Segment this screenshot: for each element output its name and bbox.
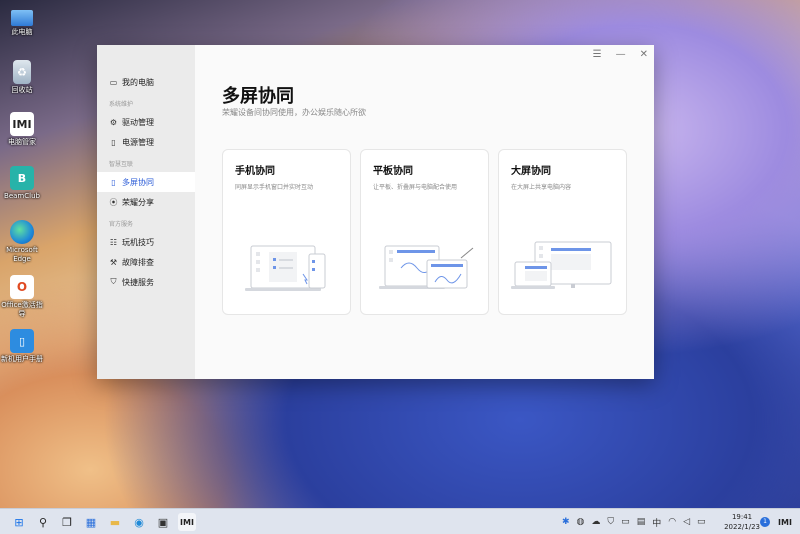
battery-icon[interactable]: ▭: [621, 517, 630, 527]
volume-icon[interactable]: ◁: [683, 517, 690, 527]
close-icon[interactable]: ✕: [640, 49, 648, 60]
clock-date: 2022/1/23: [724, 523, 760, 531]
office-icon: O: [10, 275, 34, 299]
desktop-icon-beamclub[interactable]: B BeamClub: [2, 166, 42, 201]
card-tablet-collab[interactable]: 平板协同 让平板、折叠屏与电脑配合使用: [360, 149, 489, 315]
store-button[interactable]: ▣: [154, 513, 172, 531]
tablet-collab-illustration: [379, 245, 474, 289]
edge-icon: ◉: [134, 515, 144, 529]
main-panel: ☰ — ✕ 多屏协同 荣耀设备间协同使用，办公娱乐随心所欲 手机协同 同屏显示手…: [195, 45, 654, 379]
desktop-icon-user-manual[interactable]: ▯ 新机用户手册: [1, 329, 43, 364]
desktop-icon-this-pc[interactable]: 此电脑: [2, 6, 42, 37]
sidebar-item-label: 荣耀分享: [122, 197, 154, 207]
phone-collab-illustration: [245, 245, 326, 291]
windows-logo-icon: ⊞: [14, 515, 24, 529]
pc-manager-taskbar-button[interactable]: IMI: [178, 513, 196, 531]
minimize-icon[interactable]: —: [616, 49, 626, 60]
card-description: 让平板、折叠屏与电脑配合使用: [373, 184, 458, 191]
sidebar-item-label: 我的电脑: [122, 77, 154, 87]
store-icon: ▣: [157, 515, 169, 529]
page-subtitle: 荣耀设备间协同使用，办公娱乐随心所欲: [222, 108, 366, 117]
pc-manager-window: ▭ 我的电脑 系统维护 ⚙ 驱动管理 ▯ 电源管理 智慧互联 ▯ 多屏协同 ⦿ …: [97, 45, 654, 379]
desktop-icon-edge[interactable]: Microsoft Edge: [2, 220, 42, 264]
sidebar-group-label: 官方服务: [109, 221, 134, 228]
battery-status-icon[interactable]: ▭: [697, 517, 706, 527]
sidebar: ▭ 我的电脑 系统维护 ⚙ 驱动管理 ▯ 电源管理 智慧互联 ▯ 多屏协同 ⦿ …: [97, 45, 195, 379]
sidebar-item-label: 驱动管理: [122, 117, 154, 127]
sidebar-item-troubleshoot[interactable]: ⚒ 故障排查: [97, 252, 195, 272]
network-app-icon[interactable]: ◍: [577, 517, 585, 527]
clock[interactable]: 19:41 2022/1/23: [724, 512, 760, 532]
pc-manager-icon: IMI: [180, 517, 194, 527]
bigscreen-collab-illustration: [511, 241, 612, 289]
sidebar-item-label: 快捷服务: [122, 277, 154, 287]
monitor-icon: [11, 10, 33, 26]
bluetooth-icon[interactable]: ✱: [562, 517, 570, 527]
manual-icon: ▯: [10, 329, 34, 353]
search-icon: ⚲: [38, 515, 48, 529]
wrench-icon: ⚒: [109, 257, 118, 267]
sidebar-item-label: 电源管理: [122, 137, 154, 147]
card-bigscreen-collab[interactable]: 大屏协同 在大屏上共享电脑内容: [498, 149, 627, 315]
onedrive-icon[interactable]: ☁: [591, 517, 600, 527]
page-title: 多屏协同: [222, 86, 294, 107]
sidebar-item-share[interactable]: ⦿ 荣耀分享: [97, 192, 195, 212]
sidebar-item-driver[interactable]: ⚙ 驱动管理: [97, 112, 195, 132]
wifi-icon[interactable]: ◠: [668, 517, 676, 527]
start-button[interactable]: ⊞: [10, 513, 28, 531]
edge-icon: [10, 220, 34, 244]
ime-indicator[interactable]: 中: [652, 516, 661, 529]
taskbar: ⊞ ⚲ ❐ ▦ ▬ ◉ ▣ IMI ✱ ◍ ☁ ⛉ ▭ ▤ 中 ◠ ◁ ▭ 19…: [0, 508, 800, 534]
battery-icon: ▯: [111, 137, 116, 147]
security-icon[interactable]: ⛉: [607, 517, 614, 527]
file-explorer-button[interactable]: ▬: [106, 513, 124, 531]
sidebar-item-service[interactable]: ⛉ 快捷服务: [97, 272, 195, 292]
driver-icon: ⚙: [109, 117, 118, 127]
recycle-bin-icon: ♻: [13, 60, 31, 84]
desktop-icon-pc-manager[interactable]: IMI 电脑管家: [2, 112, 42, 147]
pc-manager-icon: IMI: [10, 112, 34, 136]
widgets-icon: ▦: [85, 515, 97, 529]
pc-manager-tray-button[interactable]: IMI: [776, 513, 794, 531]
notes-icon[interactable]: ▤: [637, 517, 646, 527]
sidebar-group-label: 系统维护: [109, 101, 134, 108]
sidebar-group-label: 智慧互联: [109, 161, 134, 168]
desktop-icon-recycle-bin[interactable]: ♻ 回收站: [2, 60, 42, 95]
search-button[interactable]: ⚲: [34, 513, 52, 531]
phone-icon: ▯: [111, 177, 116, 187]
card-title: 手机协同: [235, 166, 275, 177]
pc-manager-icon: IMI: [778, 517, 792, 527]
tips-icon: ☷: [109, 237, 118, 247]
sidebar-item-my-pc[interactable]: ▭ 我的电脑: [97, 72, 195, 92]
task-view-button[interactable]: ❐: [58, 513, 76, 531]
card-description: 同屏显示手机窗口并实时互动: [235, 184, 314, 191]
card-title: 大屏协同: [511, 166, 551, 177]
card-description: 在大屏上共享电脑内容: [511, 184, 572, 191]
card-phone-collab[interactable]: 手机协同 同屏显示手机窗口并实时互动: [222, 149, 351, 315]
task-view-icon: ❐: [62, 515, 72, 529]
window-controls: ☰ — ✕: [593, 49, 648, 60]
system-tray: ✱ ◍ ☁ ⛉ ▭ ▤ 中 ◠ ◁ ▭: [562, 509, 706, 534]
edge-taskbar-button[interactable]: ◉: [130, 513, 148, 531]
desktop-icon-office-guide[interactable]: O Office激活指导: [1, 275, 43, 319]
sidebar-item-label: 故障排查: [122, 257, 154, 267]
sidebar-item-label: 玩机技巧: [122, 237, 154, 247]
widgets-button[interactable]: ▦: [82, 513, 100, 531]
sidebar-item-tips[interactable]: ☷ 玩机技巧: [97, 232, 195, 252]
clock-time: 19:41: [731, 513, 753, 521]
sidebar-item-power[interactable]: ▯ 电源管理: [97, 132, 195, 152]
shield-icon: ⛉: [110, 277, 117, 286]
sidebar-item-multiscreen[interactable]: ▯ 多屏协同: [97, 172, 195, 192]
menu-icon[interactable]: ☰: [593, 49, 602, 60]
notification-badge[interactable]: 1: [760, 517, 770, 527]
card-title: 平板协同: [373, 166, 413, 177]
share-signal-icon: ⦿: [109, 197, 118, 207]
folder-icon: ▬: [109, 515, 121, 529]
laptop-icon: ▭: [109, 77, 118, 87]
beamclub-icon: B: [10, 166, 34, 190]
sidebar-item-label: 多屏协同: [122, 177, 154, 187]
